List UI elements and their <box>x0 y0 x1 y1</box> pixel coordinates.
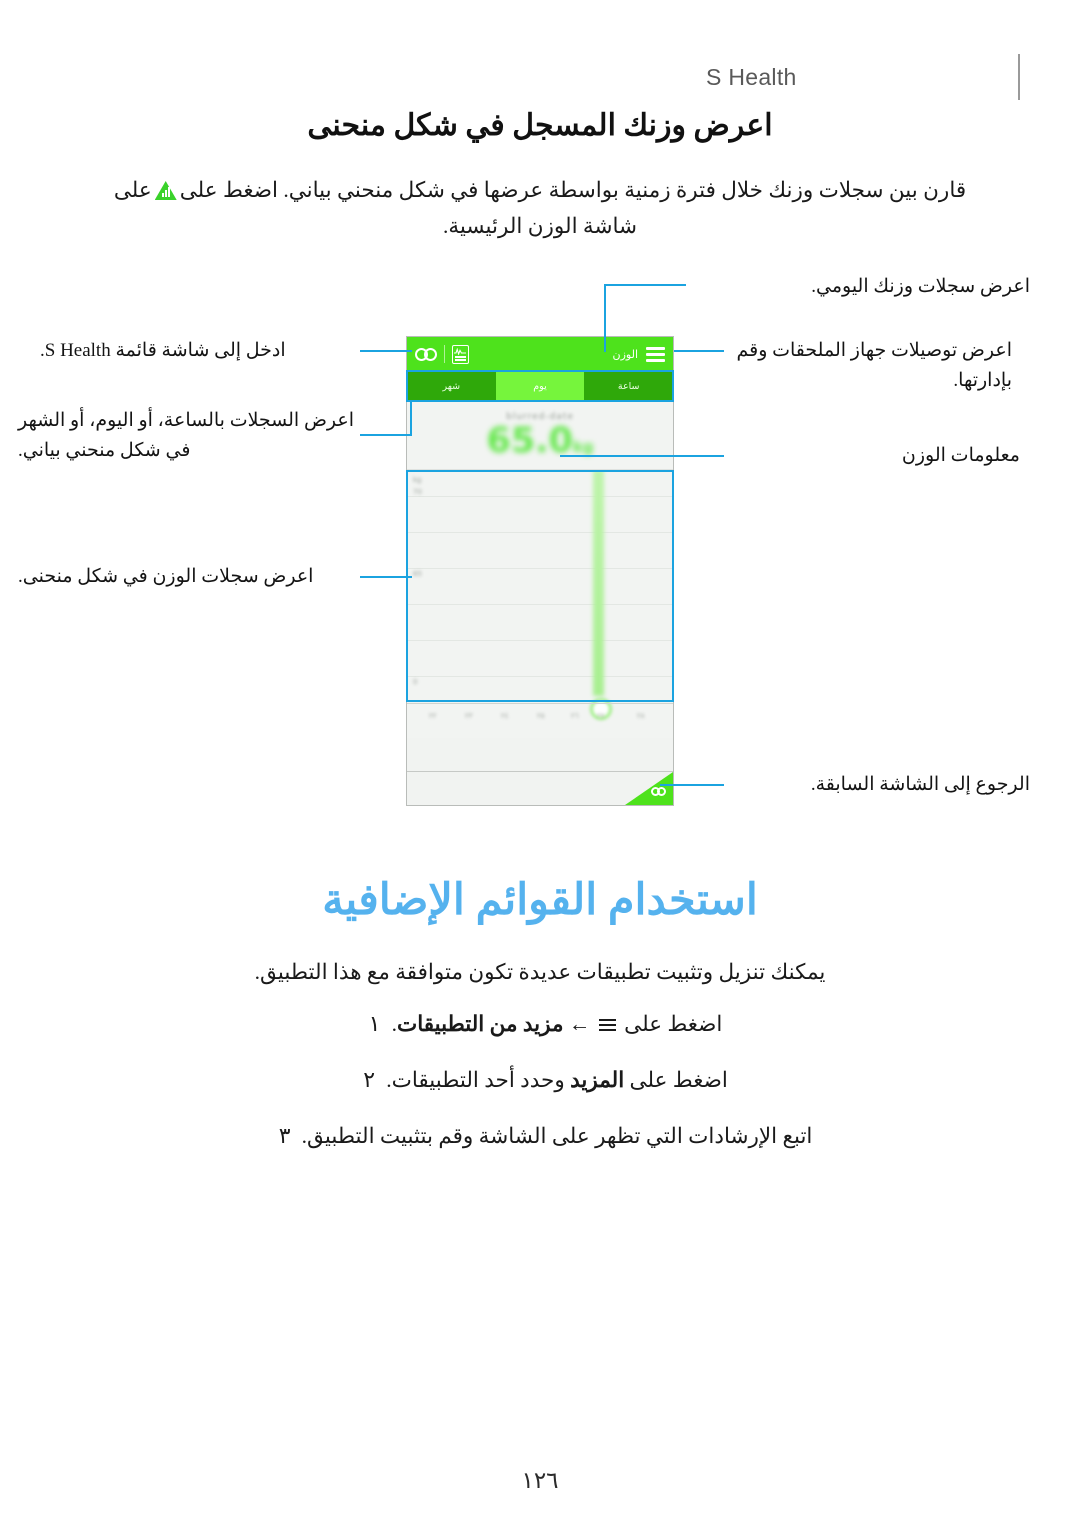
header-title-text: S Health <box>706 64 797 90</box>
callout-daily-records: اعرض سجلات وزنك اليومي. <box>811 276 1030 297</box>
leader-daily-v <box>604 286 607 352</box>
app-bar-actions <box>415 344 469 364</box>
nav-bar <box>407 771 673 805</box>
callout-back: الرجوع إلى الشاشة السابقة. <box>810 774 1030 795</box>
page-header: S Health <box>0 30 1080 100</box>
step-item-3: اتبع الإرشادات التي تظهر على الشاشة وقم … <box>88 1120 992 1152</box>
chart-x-label-2: ٢٤ <box>501 712 509 720</box>
step-2-bold: المزيد <box>570 1068 625 1092</box>
step-3-text: اتبع الإرشادات التي تظهر على الشاشة وقم … <box>301 1124 813 1148</box>
step-1-bold: مزيد من التطبيقات <box>396 1012 564 1036</box>
trend-chart-icon[interactable] <box>452 344 469 364</box>
weight-reading-panel: blurred-date 65.0kg <box>407 401 673 470</box>
chart-x-label-6: ٢٨ <box>637 712 645 720</box>
step-1-text: اضغط على ← مزيد من التطبيقات. <box>392 1008 723 1040</box>
chart-y-label-zero: 0 <box>413 678 418 686</box>
section2-heading: استخدام القوائم الإضافية <box>322 877 758 924</box>
reading-unit: kg <box>572 437 594 456</box>
step-item-1: اضغط على ← مزيد من التطبيقات. ١ <box>88 1008 992 1040</box>
step-2-text-after: وحدد أحد التطبيقات. <box>386 1068 565 1092</box>
leader-period-h <box>360 434 412 437</box>
leader-curve-h <box>360 576 412 579</box>
chart-y-label-65: 65 <box>413 570 422 578</box>
intro-text-before: قارن بين سجلات وزنك خلال فترة زمنية بواس… <box>179 178 967 202</box>
chart-y-label-unit: kg <box>413 476 422 484</box>
step-1-arrow: ← <box>568 1012 591 1036</box>
header-divider <box>1018 54 1020 100</box>
chart-x-label-4: ٢٦ <box>571 712 579 720</box>
tab-month[interactable]: شهر <box>407 371 496 401</box>
chart-x-label-5: ٢٧ <box>597 712 605 720</box>
step-2-text: اضغط على المزيد وحدد أحد التطبيقات. <box>386 1064 728 1096</box>
weight-chart[interactable]: kg 70 65 0 ٢٢ ٢٣ ٢٤ ٢٥ ٢٦ ٢٧ ٢٨ <box>407 470 673 738</box>
hamburger-icon <box>598 1019 616 1032</box>
callout-weight-curve: اعرض سجلات الوزن في شكل منحنى. <box>18 566 314 587</box>
bar-chart-triangle-icon <box>154 181 177 200</box>
leader-daily-h <box>604 284 686 287</box>
figure-weight-curve: الوزن ساعة يوم شهر blurred-date 65.0kg k… <box>0 268 1080 838</box>
leader-menuscreen-h <box>360 350 412 353</box>
step-1-text-before: اضغط على <box>624 1012 723 1036</box>
steps-list: اضغط على ← مزيد من التطبيقات. ١ اضغط على… <box>88 1008 992 1176</box>
leader-period-v <box>410 400 413 436</box>
chart-x-axis <box>407 703 673 704</box>
step-2-text-before: اضغط على <box>629 1068 728 1092</box>
trend-wave-glyph <box>454 347 466 355</box>
callout-period-records: اعرض السجلات بالساعة، أو اليوم، أو الشهر… <box>18 410 355 461</box>
app-bar-divider <box>444 345 445 363</box>
tab-hour[interactable]: ساعة <box>584 371 673 401</box>
callout-accessories: اعرض توصيلات جهاز الملحقات وقم بإدارتها. <box>736 340 1012 391</box>
chart-x-label-0: ٢٢ <box>429 712 437 720</box>
back-arrow-icon[interactable] <box>625 772 673 805</box>
step-3-number: ٣ <box>278 1123 291 1148</box>
section-title: اعرض وزنك المسجل في شكل منحنى <box>307 109 773 142</box>
phone-mockup: الوزن ساعة يوم شهر blurred-date 65.0kg k… <box>406 336 674 806</box>
chart-y-label-70: 70 <box>413 488 422 496</box>
tab-day[interactable]: يوم <box>495 371 585 401</box>
app-bar: الوزن <box>407 337 673 371</box>
chart-x-label-3: ٢٥ <box>537 712 545 720</box>
page-number: ١٢٦ <box>521 1468 559 1493</box>
section-intro-paragraph: قارن بين سجلات وزنك خلال فترة زمنية بواس… <box>88 172 992 244</box>
chart-x-label-1: ٢٣ <box>465 712 473 720</box>
period-tabs: ساعة يوم شهر <box>407 371 673 401</box>
callout-weight-info: معلومات الوزن <box>901 445 1020 466</box>
chart-bar <box>593 470 604 696</box>
step-2-number: ٢ <box>363 1067 376 1092</box>
step-item-2: اضغط على المزيد وحدد أحد التطبيقات. ٢ <box>88 1064 992 1096</box>
callout-menu-screen: ادخل إلى شاشة قائمة S Health. <box>40 340 286 361</box>
reading-value: 65.0kg <box>486 423 594 459</box>
step-1-number: ١ <box>368 1011 381 1036</box>
section2-intro: يمكنك تنزيل وتثبيت تطبيقات عديدة تكون مت… <box>254 960 826 984</box>
accessory-link-icon[interactable] <box>415 347 437 361</box>
hamburger-icon[interactable] <box>646 346 665 362</box>
app-bar-title: الوزن <box>612 347 638 361</box>
